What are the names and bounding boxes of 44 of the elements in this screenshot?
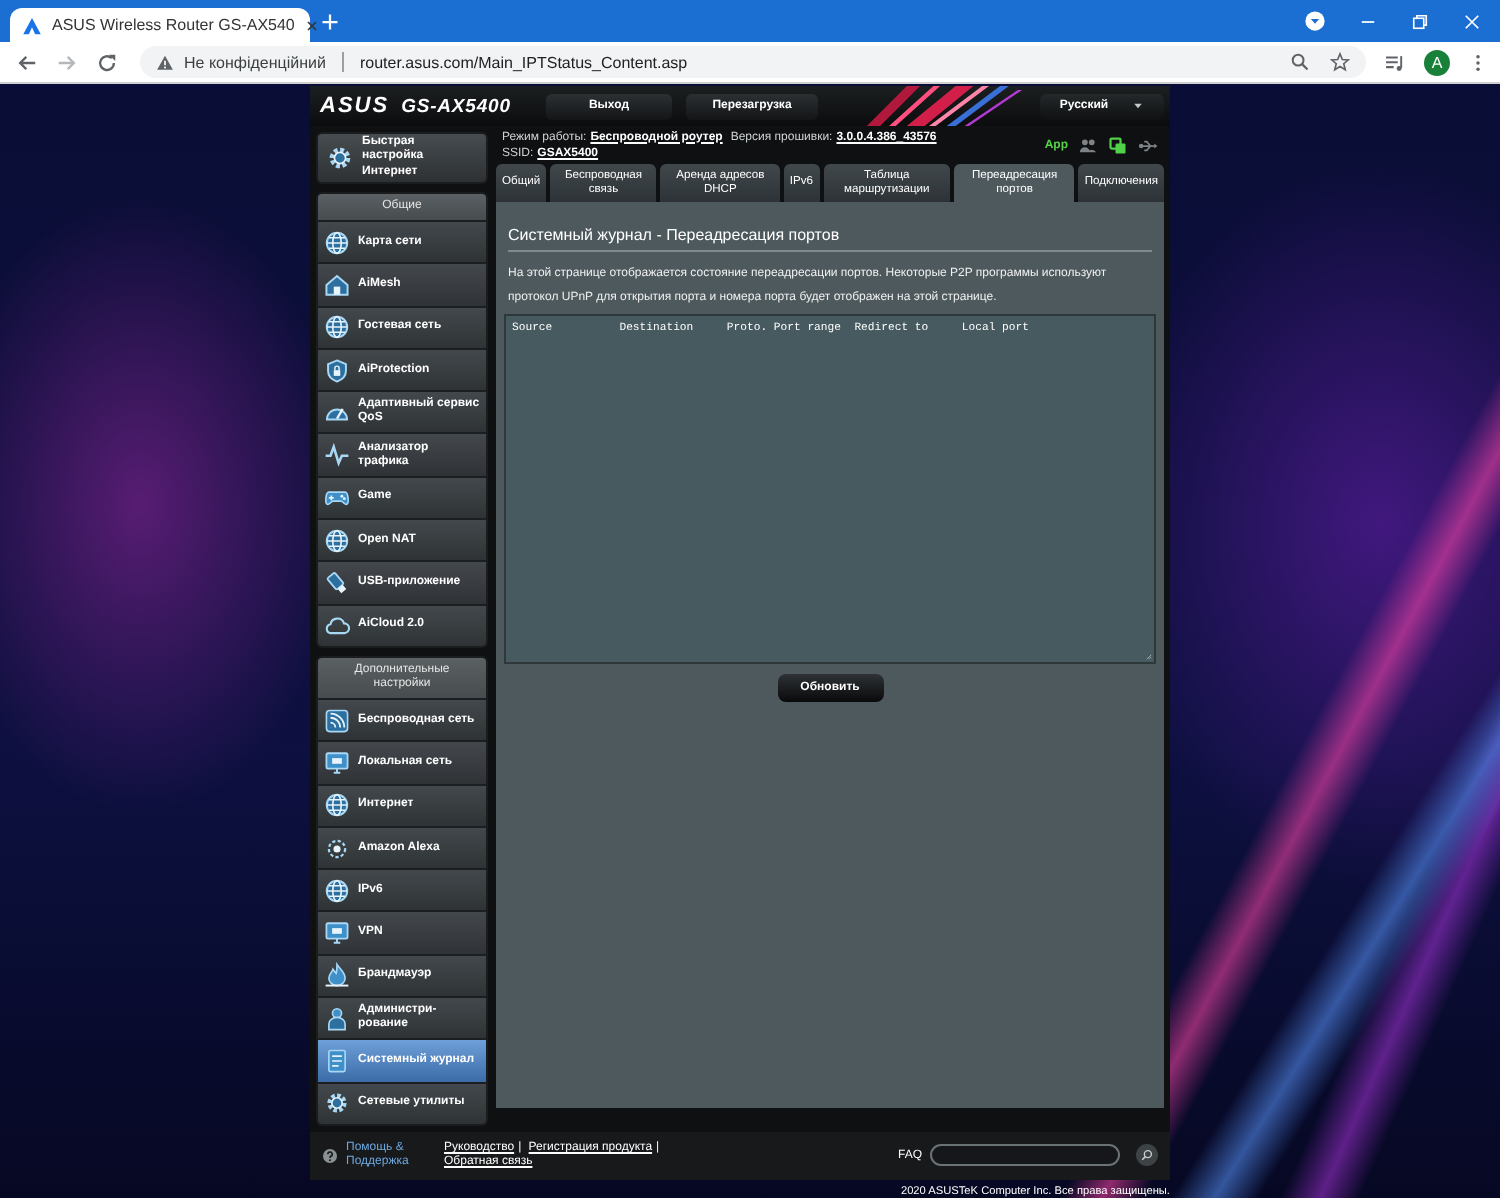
gear-icon — [324, 1090, 350, 1117]
wifi-icon — [324, 707, 350, 734]
profile-avatar[interactable]: A — [1424, 49, 1450, 75]
restore-icon[interactable] — [1410, 11, 1430, 31]
cloud-icon — [324, 612, 350, 639]
address-bar[interactable]: Не конфіденційний router.asus.com/Main_IPTStatus_Content.asp — [140, 46, 1366, 78]
plus-icon[interactable] — [320, 11, 340, 31]
warning-icon — [156, 53, 174, 71]
help-icon — [322, 1147, 338, 1164]
gear-icon — [326, 144, 354, 172]
person-icon — [324, 1005, 350, 1032]
usb-icon[interactable] — [1138, 135, 1158, 155]
search-icon — [1140, 1148, 1154, 1163]
globe-icon — [324, 527, 350, 554]
globe-icon — [324, 229, 350, 256]
triangle-logo-icon — [22, 15, 42, 35]
usb-drive-icon — [324, 570, 350, 597]
close-icon[interactable] — [304, 17, 321, 33]
globe-icon — [324, 314, 350, 341]
reload-icon[interactable] — [96, 51, 118, 73]
caret-down-icon — [1132, 100, 1145, 112]
back-arrow-icon[interactable] — [16, 51, 38, 73]
shield-icon — [324, 357, 350, 384]
faq-search-field[interactable] — [930, 1144, 1120, 1167]
search-button[interactable] — [1136, 1144, 1158, 1167]
star-icon[interactable] — [1330, 52, 1350, 72]
dots-circle-icon — [324, 835, 350, 861]
brand-logo: ASUS — [320, 94, 390, 118]
panel-title: Системный журнал - Переадресация портов — [506, 224, 842, 248]
pulse-icon — [324, 442, 350, 469]
model-name: GS-AX5400 — [401, 96, 511, 118]
globe-icon — [324, 877, 350, 904]
flame-icon — [324, 962, 350, 989]
caret-circle-icon[interactable] — [1304, 10, 1326, 32]
document-icon — [324, 1047, 350, 1074]
people-icon[interactable] — [1078, 135, 1098, 155]
magnifier-icon[interactable] — [1290, 52, 1310, 72]
security-label[interactable]: Не конфіденційний — [184, 53, 326, 71]
url-text: router.asus.com/Main_IPTStatus_Content.asp — [359, 53, 688, 71]
house-icon — [324, 271, 350, 298]
monitor-icon — [324, 749, 350, 776]
globe-icon — [324, 792, 350, 819]
playlist-icon[interactable] — [1384, 51, 1406, 73]
monitor-icon — [324, 920, 350, 947]
